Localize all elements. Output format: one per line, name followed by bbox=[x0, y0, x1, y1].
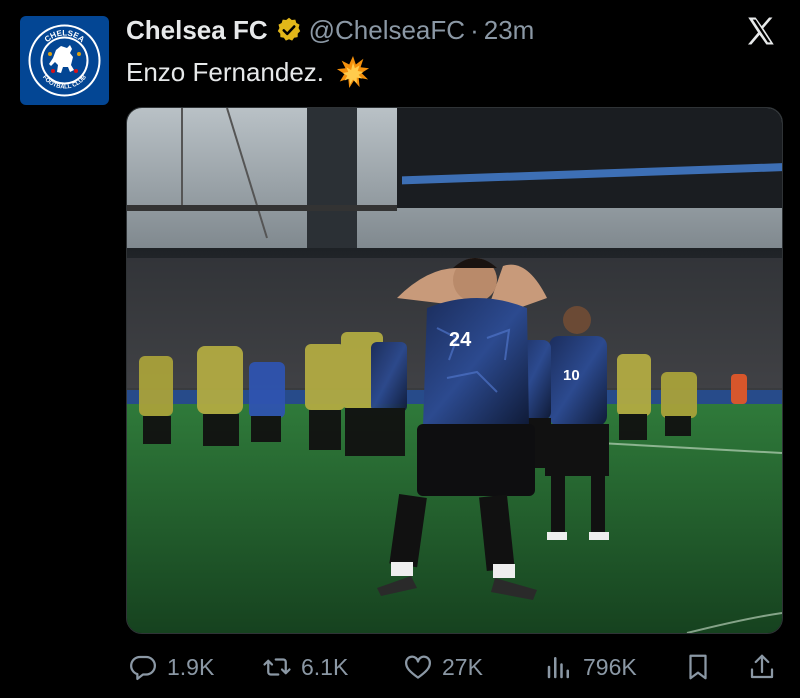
reply-icon bbox=[130, 655, 156, 680]
chelsea-crest-icon: CHELSEA FOOTBALL CLUB bbox=[28, 24, 101, 97]
views-chart-icon bbox=[547, 657, 569, 679]
like-button[interactable]: 27K bbox=[403, 647, 483, 687]
tweet-action-bar: 1.9K 6.1K 27K 796K bbox=[126, 647, 781, 687]
post-timestamp[interactable]: 23m bbox=[484, 15, 535, 46]
tweet-text: Enzo Fernandez. bbox=[126, 55, 370, 89]
bookmark-button[interactable] bbox=[683, 647, 713, 687]
author-handle[interactable]: @ChelseaFC bbox=[309, 15, 465, 46]
separator-dot: · bbox=[470, 14, 479, 45]
view-count: 796K bbox=[583, 653, 637, 680]
reply-button[interactable]: 1.9K bbox=[128, 647, 214, 687]
retweet-count: 6.1K bbox=[301, 653, 349, 680]
jersey-number-secondary: 10 bbox=[563, 367, 580, 384]
author-name[interactable]: Chelsea FC bbox=[126, 15, 268, 46]
like-count: 27K bbox=[442, 653, 483, 680]
tweet-body: Enzo Fernandez. bbox=[126, 56, 325, 87]
tweet-header: Chelsea FC @ChelseaFC · 23m bbox=[126, 14, 534, 46]
collision-emoji-icon bbox=[336, 55, 370, 89]
share-icon bbox=[750, 654, 774, 679]
views-button[interactable]: 796K bbox=[544, 647, 637, 687]
retweet-icon bbox=[263, 658, 291, 676]
reply-count: 1.9K bbox=[167, 653, 215, 680]
x-logo-icon[interactable] bbox=[744, 14, 778, 48]
avatar[interactable]: CHELSEA FOOTBALL CLUB bbox=[20, 16, 109, 105]
verified-badge-icon bbox=[275, 16, 303, 44]
tweet-media-image[interactable]: 10 24 bbox=[126, 107, 783, 634]
retweet-button[interactable]: 6.1K bbox=[262, 647, 348, 687]
bookmark-icon bbox=[689, 654, 707, 680]
heart-icon bbox=[405, 655, 431, 679]
share-button[interactable] bbox=[747, 647, 777, 687]
jersey-number-main: 24 bbox=[449, 329, 472, 351]
